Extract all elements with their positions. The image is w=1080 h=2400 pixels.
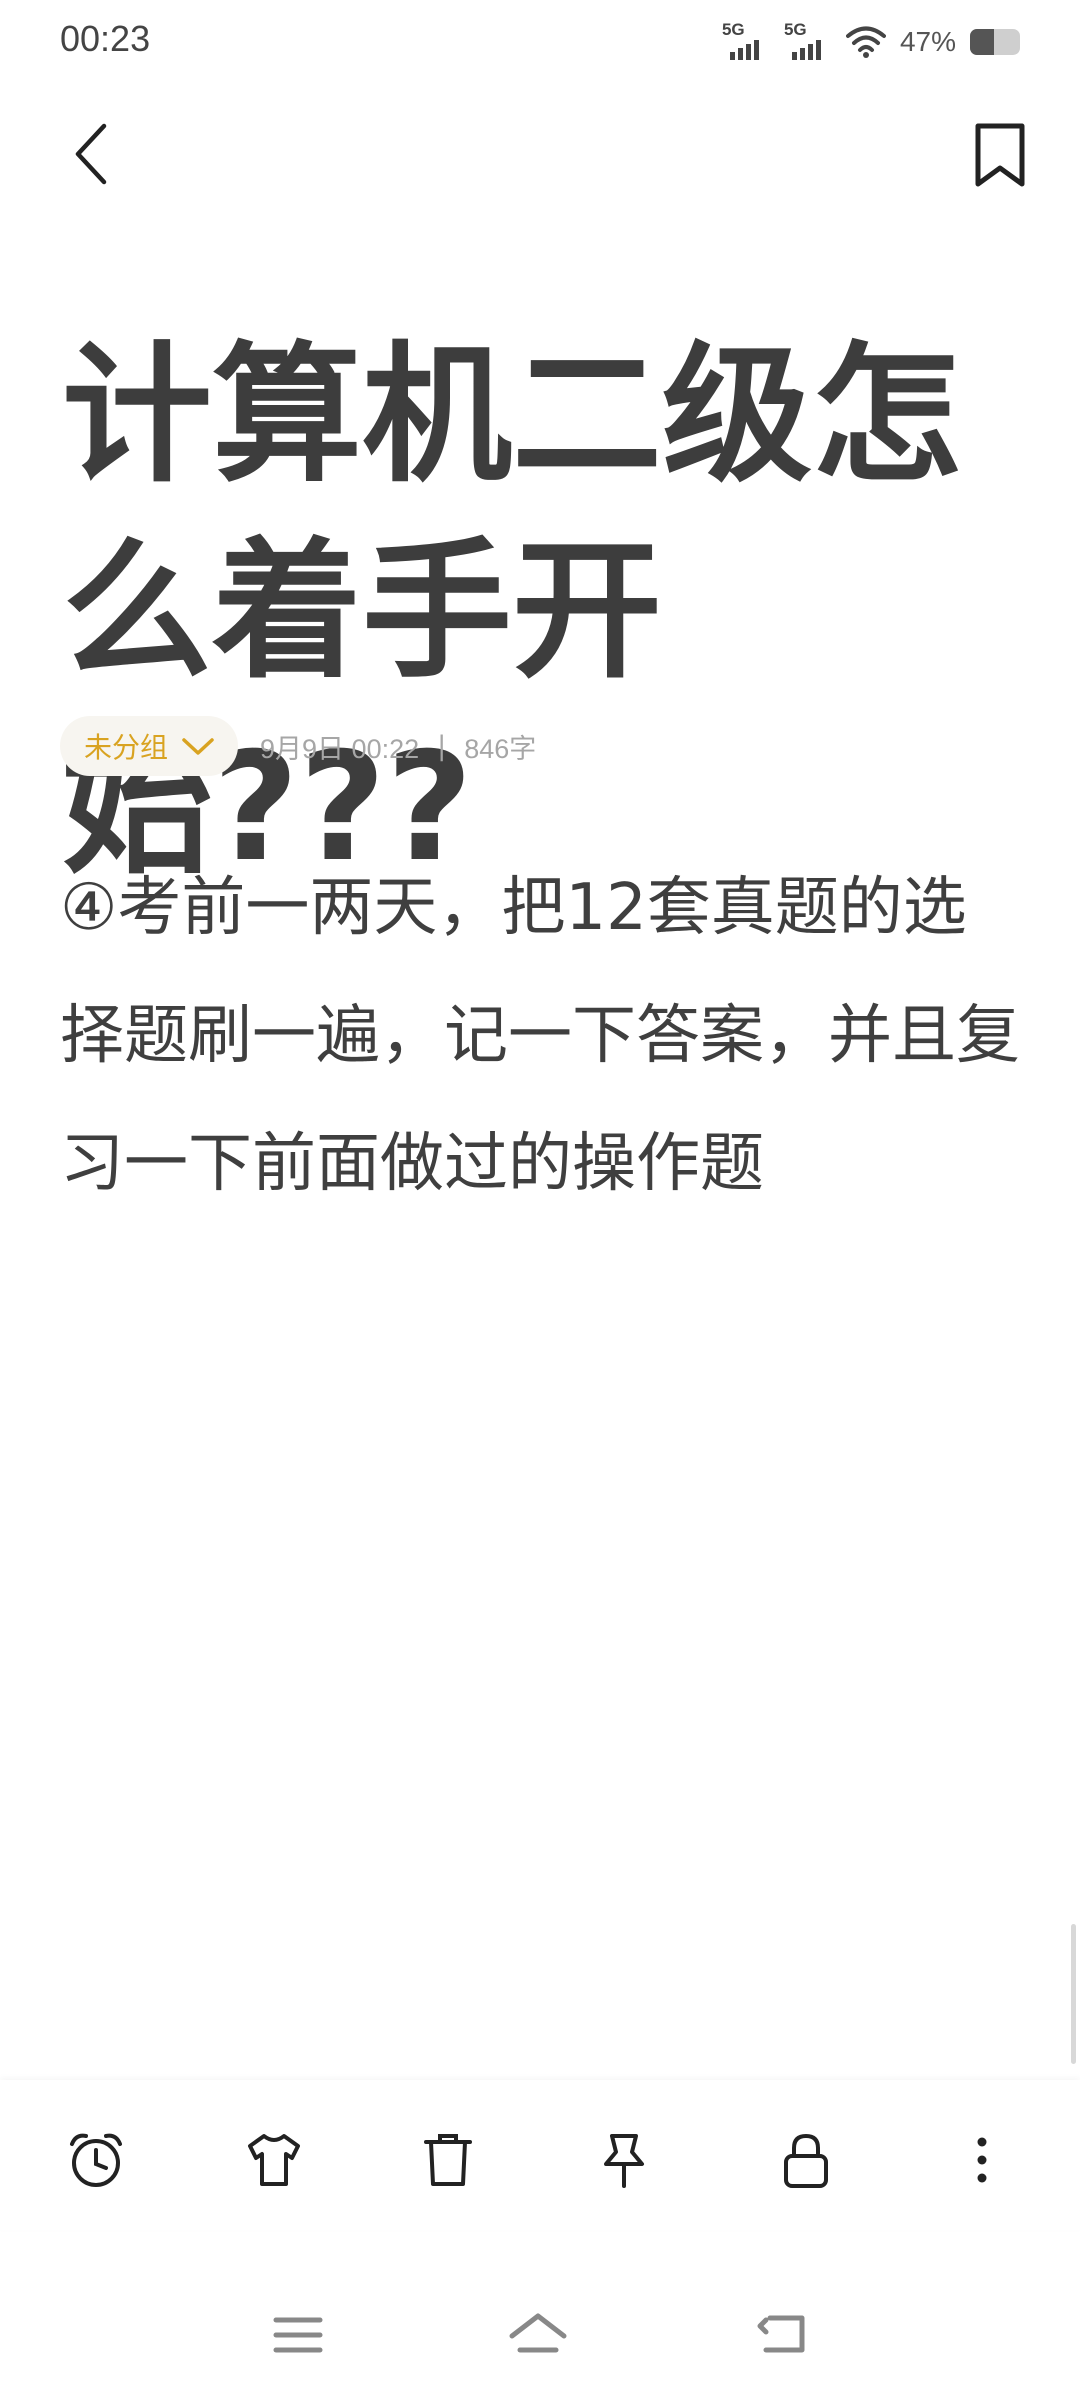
note-date: 9月9日 00:22 <box>260 733 420 764</box>
more-button[interactable] <box>942 2120 1022 2200</box>
tshirt-icon <box>248 2134 300 2186</box>
signal-type-label: 5G <box>783 20 807 39</box>
skin-button[interactable] <box>234 2120 314 2200</box>
scrollbar[interactable] <box>1071 1924 1076 2064</box>
lock-button[interactable] <box>766 2120 846 2200</box>
status-bar: 00:23 5G 5G 47% <box>0 0 1080 84</box>
note-meta: 未分组 9月9日 00:22 | 846字 <box>60 716 536 776</box>
back-button[interactable] <box>56 114 136 194</box>
status-time: 00:23 <box>60 18 151 59</box>
group-label: 未分组 <box>84 731 169 764</box>
chevron-down-icon <box>182 738 214 755</box>
signal-type-label: 5G <box>721 20 745 39</box>
home-icon <box>509 2313 567 2353</box>
pin-button[interactable] <box>584 2120 664 2200</box>
lock-icon <box>784 2133 828 2188</box>
chevron-left-icon <box>75 123 107 185</box>
word-count: 846字 <box>464 733 537 764</box>
note-body[interactable]: ④考前一两天，把12套真题的选择题刷一遍，记一下答案，并且复习一下前面做过的操作… <box>60 844 1020 1228</box>
delete-button[interactable] <box>408 2120 488 2200</box>
more-vertical-icon <box>977 2137 987 2183</box>
battery-fill <box>970 29 994 55</box>
bottom-toolbar <box>0 2080 1080 2230</box>
recent-apps-button[interactable] <box>258 2300 338 2370</box>
battery-icon <box>970 29 1020 55</box>
status-icons: 5G 5G 47% <box>722 20 1020 64</box>
trash-icon <box>424 2134 472 2186</box>
cellular-signal-icon: 5G <box>783 20 832 62</box>
note-title[interactable]: 计算机二级怎么着手开始??? <box>62 318 1022 906</box>
pin-icon <box>604 2134 644 2188</box>
alarm-clock-icon <box>70 2133 122 2187</box>
back-icon <box>757 2315 805 2353</box>
top-app-bar <box>0 84 1080 224</box>
system-nav-bar <box>0 2270 1080 2400</box>
group-selector[interactable]: 未分组 <box>60 716 239 776</box>
wifi-icon <box>845 26 886 58</box>
system-back-button[interactable] <box>742 2300 822 2370</box>
battery-percent: 47% <box>899 26 956 57</box>
meta-separator: | <box>437 730 447 762</box>
home-button[interactable] <box>498 2300 578 2370</box>
bookmark-button[interactable] <box>960 114 1040 194</box>
menu-icon <box>273 2317 323 2353</box>
bookmark-icon <box>975 123 1025 187</box>
cellular-signal-icon: 5G <box>721 20 770 62</box>
reminder-button[interactable] <box>56 2120 136 2200</box>
